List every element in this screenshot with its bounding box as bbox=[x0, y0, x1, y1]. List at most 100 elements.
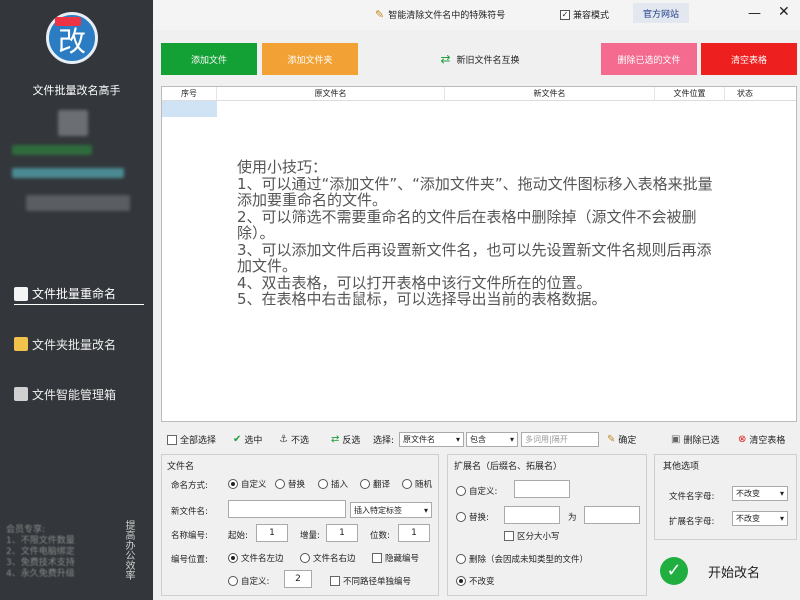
compat-mode-checkbox[interactable]: ✓ 兼容模式 bbox=[560, 8, 609, 21]
blurred-avatar bbox=[58, 110, 88, 136]
ext-replace-from-input[interactable] bbox=[504, 506, 560, 524]
ext-unchanged-label: 不改变 bbox=[469, 577, 495, 587]
radio-icon bbox=[318, 479, 328, 489]
other-options-title: 其他选项 bbox=[663, 462, 700, 472]
hide-number-label: 隐藏编号 bbox=[385, 554, 420, 564]
tip-line: 2、可以筛选不需要重命名的文件后在表格中删除掉（源文件不会被删除）。 bbox=[237, 207, 697, 242]
chevron-down-icon: ▾ bbox=[423, 505, 428, 515]
mode-translate-radio[interactable]: 翻译 bbox=[360, 478, 390, 490]
ext-custom-label: 自定义: bbox=[469, 487, 498, 497]
clear-table-button[interactable]: 清空表格 bbox=[701, 43, 797, 75]
radio-icon bbox=[456, 554, 466, 564]
name-case-label: 文件名字母: bbox=[669, 492, 715, 502]
pos-left-radio[interactable]: 文件名左边 bbox=[228, 552, 284, 564]
clear-table-small-button[interactable]: ⊗ 清空表格 bbox=[738, 433, 785, 446]
start-input[interactable]: 1 bbox=[256, 524, 288, 542]
selected-cell bbox=[162, 101, 217, 117]
checkbox-icon bbox=[167, 434, 177, 445]
nav-file-manager[interactable]: 文件智能管理箱 bbox=[14, 383, 144, 405]
minimize-icon[interactable]: — bbox=[748, 6, 761, 21]
ext-remove-label: 删除（会因成未知类型的文件） bbox=[469, 555, 589, 565]
step-input[interactable]: 1 bbox=[326, 524, 358, 542]
naming-mode-label: 命名方式: bbox=[171, 481, 208, 491]
mode-replace-radio[interactable]: 替换 bbox=[275, 478, 305, 490]
mode-insert-radio[interactable]: 插入 bbox=[318, 478, 348, 490]
ext-custom-input[interactable] bbox=[514, 480, 570, 498]
anchor-icon: ⚓ bbox=[279, 434, 288, 445]
choose-label: 选择: bbox=[373, 436, 395, 446]
nav-label: 文件夹批量改名 bbox=[32, 337, 117, 352]
ext-unchanged-radio[interactable]: 不改变 bbox=[456, 575, 495, 587]
case-sensitive-label: 区分大小写 bbox=[517, 532, 560, 542]
member-line: 会员专享: bbox=[6, 525, 46, 535]
custom-position-radio[interactable]: 自定义: bbox=[228, 575, 269, 587]
close-icon[interactable]: ✕ bbox=[778, 4, 790, 20]
select-button[interactable]: ✔ 选中 bbox=[233, 433, 262, 446]
separate-numbering-label: 不同路径单独编号 bbox=[343, 577, 412, 587]
official-site-button[interactable]: 官方网站 bbox=[633, 3, 690, 23]
hide-number-checkbox[interactable]: 隐藏编号 bbox=[372, 552, 419, 564]
pos-right-radio[interactable]: 文件名右边 bbox=[300, 552, 356, 564]
ext-custom-radio[interactable]: 自定义: bbox=[456, 485, 497, 497]
tip-line: 5、在表格中右击鼠标，可以选择导出当前的表格数据。 bbox=[237, 290, 607, 308]
separate-numbering-checkbox[interactable]: 不同路径单独编号 bbox=[330, 575, 411, 587]
name-case-dropdown[interactable]: 不改变 ▾ bbox=[732, 486, 788, 501]
ext-remove-radio[interactable]: 删除（会因成未知类型的文件） bbox=[456, 553, 588, 565]
filename-title: 文件名 bbox=[167, 462, 195, 472]
start-rename-label: 开始改名 bbox=[708, 565, 761, 581]
mode-custom-radio[interactable]: 自定义 bbox=[228, 478, 267, 490]
checkbox-checked-icon: ✓ bbox=[560, 9, 570, 20]
tip-line: 使用小技巧： bbox=[237, 158, 328, 176]
digits-input[interactable]: 1 bbox=[398, 524, 430, 542]
checkbox-icon bbox=[504, 531, 514, 541]
clear-table-label: 清空表格 bbox=[749, 436, 786, 446]
col-original-name: 原文件名 bbox=[217, 87, 445, 100]
nav-folder-rename[interactable]: 文件夹批量改名 bbox=[14, 333, 144, 355]
mode-label: 随机 bbox=[415, 480, 433, 490]
col-location: 文件位置 bbox=[655, 87, 725, 100]
invert-button[interactable]: ⇄ 反选 bbox=[331, 433, 360, 446]
nav-file-rename[interactable]: 文件批量重命名 bbox=[14, 283, 144, 305]
add-folder-button[interactable]: 添加文件夹 bbox=[262, 43, 358, 75]
custom-position-input[interactable]: 2 bbox=[284, 570, 312, 588]
delete-icon: ▣ bbox=[671, 434, 681, 445]
ext-replace-radio[interactable]: 替换: bbox=[456, 511, 489, 523]
invert-label: 反选 bbox=[342, 436, 361, 446]
swap-names-button[interactable]: ⇄ 新旧文件名互换 bbox=[425, 43, 535, 75]
match-dropdown[interactable]: 包含 ▾ bbox=[466, 432, 518, 447]
add-file-button[interactable]: 添加文件 bbox=[161, 43, 257, 75]
new-name-input[interactable] bbox=[228, 500, 346, 518]
clean-special-chars-link[interactable]: ✎ 智能清除文件名中的特殊符号 bbox=[375, 8, 505, 21]
chevron-down-icon: ▾ bbox=[455, 435, 460, 444]
ext-case-value: 不改变 bbox=[736, 514, 760, 523]
tip-line: 1、可以通过“添加文件”、“添加文件夹”、拖动文件图标移入表格来批量添加要重命名… bbox=[237, 174, 713, 209]
clear-icon: ⊗ bbox=[738, 434, 747, 445]
delete-selected-button[interactable]: ▣ 删除已选 bbox=[671, 433, 719, 446]
chevron-down-icon: ▾ bbox=[779, 489, 784, 498]
extension-panel: 扩展名（后缀名、拓展名） 自定义: 替换: 为 区分大小写 删除（会因成未知类型… bbox=[447, 454, 647, 596]
chevron-down-icon: ▾ bbox=[779, 514, 784, 523]
mode-random-radio[interactable]: 随机 bbox=[402, 478, 432, 490]
blurred-status bbox=[12, 145, 92, 155]
table-header: 序号 原文件名 新文件名 文件位置 状态 bbox=[162, 87, 796, 101]
mode-label: 翻译 bbox=[373, 480, 391, 490]
file-table[interactable]: 序号 原文件名 新文件名 文件位置 状态 使用小技巧： 1、可以通过“添加文件”… bbox=[161, 86, 797, 422]
select-all-checkbox[interactable]: 全部选择 bbox=[167, 433, 216, 446]
delete-selected-files-button[interactable]: 删除已选的文件 bbox=[601, 43, 697, 75]
field-dropdown[interactable]: 原文件名 ▾ bbox=[399, 432, 464, 447]
ext-case-dropdown[interactable]: 不改变 ▾ bbox=[732, 511, 788, 526]
ext-replace-to-input[interactable] bbox=[584, 506, 640, 524]
keyword-input[interactable]: 多词用|隔开 bbox=[521, 432, 599, 447]
col-index: 序号 bbox=[162, 87, 217, 100]
pos-left-label: 文件名左边 bbox=[241, 554, 284, 564]
deselect-button[interactable]: ⚓ 不选 bbox=[279, 433, 309, 446]
radio-icon bbox=[402, 479, 412, 489]
ext-replace-label: 替换: bbox=[469, 513, 489, 523]
confirm-button[interactable]: ✎ 确定 bbox=[607, 433, 636, 446]
tip-line: 3、可以添加文件后再设置新文件名，也可以先设置新文件名规则后再添加文件。 bbox=[237, 240, 712, 275]
col-new-name: 新文件名 bbox=[445, 87, 655, 100]
case-sensitive-checkbox[interactable]: 区分大小写 bbox=[504, 530, 560, 542]
select-label: 选中 bbox=[244, 436, 263, 446]
start-rename-button[interactable]: ✓ 开始改名 bbox=[654, 546, 797, 596]
insert-tag-dropdown[interactable]: 插入特定标签 ▾ bbox=[350, 502, 432, 518]
